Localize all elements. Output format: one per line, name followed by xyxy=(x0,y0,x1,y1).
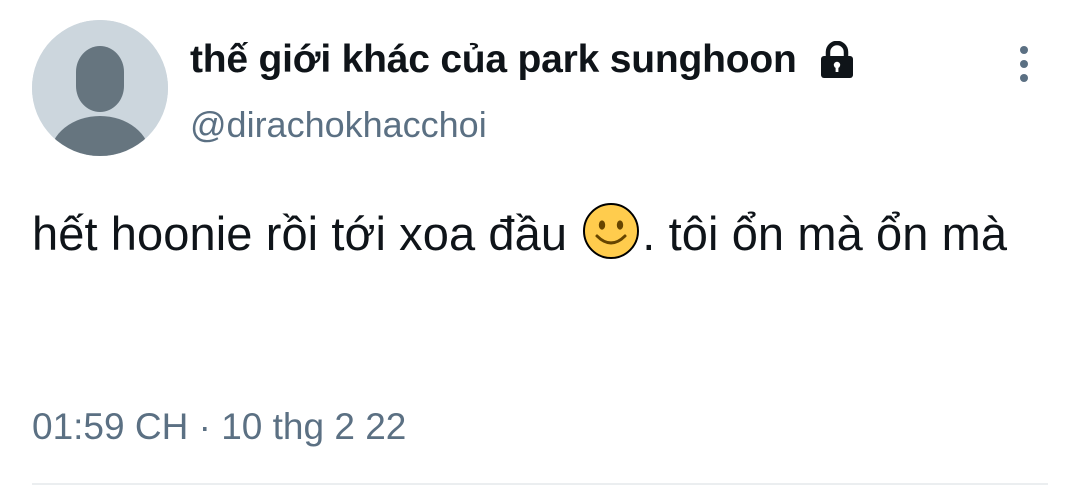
more-vertical-icon xyxy=(1020,46,1028,82)
more-options-button[interactable] xyxy=(1004,42,1044,86)
timestamp-separator: · xyxy=(198,406,211,447)
tweet-date: 10 thg 2 22 xyxy=(221,406,407,447)
slightly-smiling-face-emoji xyxy=(582,202,640,260)
tweet-time: 01:59 CH xyxy=(32,406,189,447)
divider xyxy=(32,483,1048,485)
author-row: thế giới khác của park sunghoon xyxy=(190,34,855,86)
default-avatar-icon xyxy=(32,20,168,156)
tweet-text-part-1: hết hoonie rồi tới xoa đầu xyxy=(32,207,581,260)
user-handle[interactable]: @dirachokhacchoi xyxy=(190,104,487,146)
lock-icon xyxy=(819,41,855,79)
tweet-text-part-2: . tôi ổn mà ổn mà xyxy=(642,207,1008,260)
timestamp[interactable]: 01:59 CH · 10 thg 2 22 xyxy=(32,406,406,448)
display-name[interactable]: thế giới khác của park sunghoon xyxy=(190,38,797,82)
tweet-text: hết hoonie rồi tới xoa đầu . tôi ổn mà ổ… xyxy=(32,176,1042,292)
tweet[interactable]: thế giới khác của park sunghoon @diracho… xyxy=(0,0,1080,487)
avatar[interactable] xyxy=(32,20,168,156)
